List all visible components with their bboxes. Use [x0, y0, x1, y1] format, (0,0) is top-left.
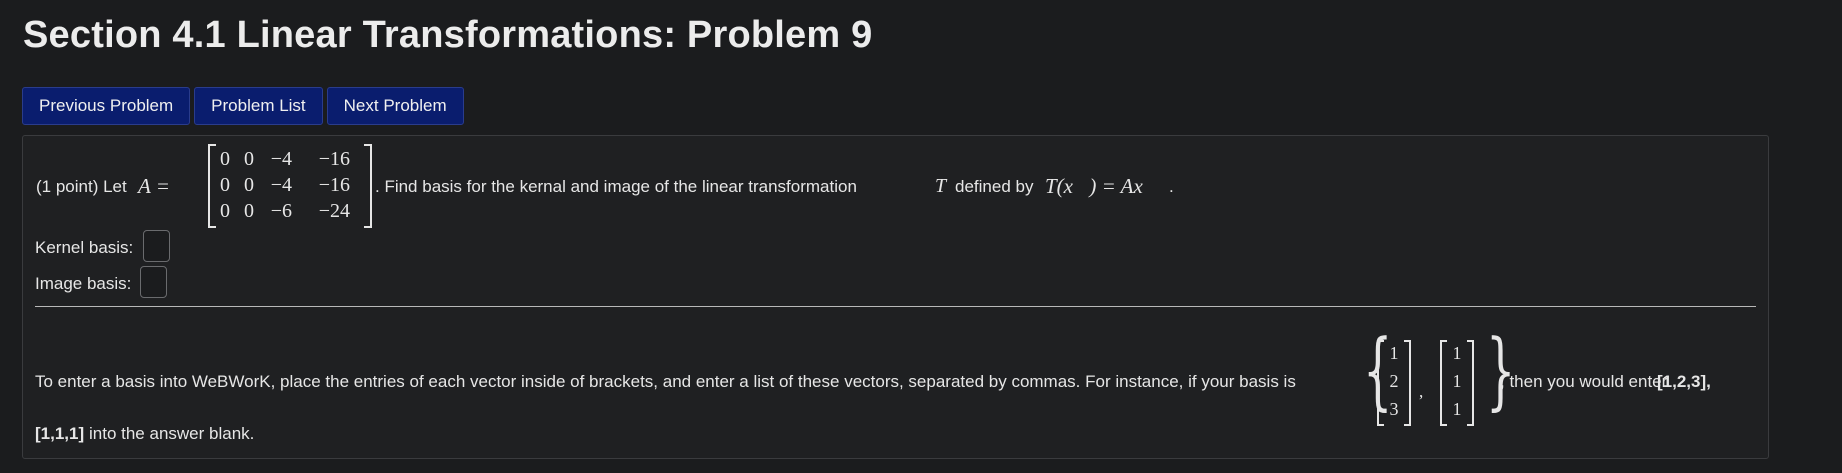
matrix-cell: −4	[270, 174, 292, 196]
page-title: Section 4.1 Linear Transformations: Prob…	[23, 14, 873, 56]
matrix-cell: −4	[270, 148, 292, 170]
problem-navigation: Previous Problem Problem List Next Probl…	[22, 87, 464, 125]
transformation-formula: T(x⃗) = Ax⃗	[1045, 174, 1160, 198]
vector-entry: 2	[1389, 371, 1399, 391]
image-basis-label: Image basis:	[35, 274, 132, 293]
matrix-cell: −24	[318, 200, 350, 222]
example-vector-1: 1 2 3	[1377, 340, 1411, 426]
problem-intro: (1 point) Let	[36, 177, 127, 196]
vector-entry: 1	[1452, 399, 1462, 419]
problem-statement: . Find basis for the kernal and image of…	[375, 177, 857, 196]
problem-panel: (1 point) Let A = 0 0 −4 −16 0 0 −4 −16 …	[22, 135, 1769, 459]
matrix-cell: −16	[318, 148, 350, 170]
kernel-basis-input[interactable]	[143, 230, 170, 262]
set-close-brace: }	[1486, 321, 1516, 419]
matrix-right-bracket	[364, 144, 372, 228]
vector-separator-comma: ,	[1419, 382, 1424, 401]
vector-entry: 1	[1452, 371, 1462, 391]
kernel-basis-label: Kernel basis:	[35, 238, 134, 257]
matrix-cell: −6	[270, 200, 292, 222]
matrix-cell: −16	[318, 174, 350, 196]
statement-period: .	[1169, 177, 1174, 196]
section-divider	[35, 306, 1756, 307]
next-problem-button[interactable]: Next Problem	[326, 87, 464, 125]
instructions-end-text: into the answer blank.	[89, 424, 255, 443]
previous-problem-button[interactable]: Previous Problem	[22, 87, 191, 125]
example-answer-part-1: [1,2,3],	[1657, 372, 1711, 391]
example-answer-part-2: [1,1,1]	[35, 424, 85, 443]
vector-entry: 1	[1452, 343, 1462, 363]
vector-entry: 1	[1389, 343, 1399, 363]
image-basis-input[interactable]	[140, 266, 167, 298]
matrix-symbol: A =	[138, 174, 170, 198]
t-symbol: T	[935, 175, 947, 197]
defined-by-text: defined by	[955, 177, 1034, 196]
instructions-then-text: , then you would enter	[1500, 372, 1668, 391]
problem-list-button[interactable]: Problem List	[194, 87, 323, 125]
matrix-a: 0 0 −4 −16 0 0 −4 −16 0 0 −6 −24	[208, 144, 372, 228]
example-vector-2: 1 1 1	[1440, 340, 1474, 426]
instructions-text: To enter a basis into WeBWorK, place the…	[35, 372, 1296, 391]
vector-entry: 3	[1389, 399, 1399, 419]
